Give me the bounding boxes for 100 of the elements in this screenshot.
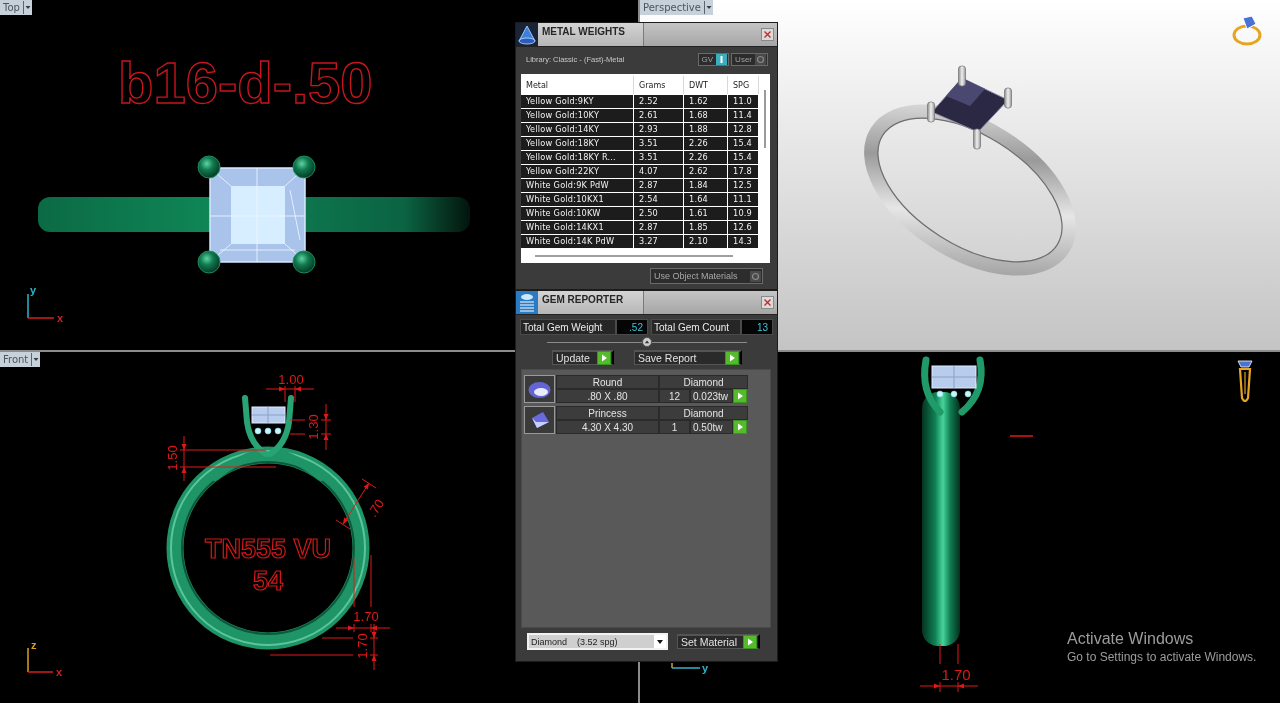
dimension-line [919,643,979,693]
table-cell: 3.51 [634,151,683,164]
play-icon[interactable] [733,420,747,434]
prong [292,250,316,274]
table-cell: 3.51 [634,137,683,150]
table-cell: White Gold:10KX1 [521,193,633,206]
axis-label: y [30,284,37,296]
column-header[interactable]: Grams [634,76,683,94]
table-cell: 14.3 [728,235,758,248]
dimension-label: .70 [364,496,388,520]
table-cell: 10.9 [728,207,758,220]
prong [292,155,316,179]
square-gem-icon [524,406,555,434]
table-cell: 1.84 [684,179,727,192]
axis-indicator [27,647,54,673]
table-cell: Yellow Gold:14KY [521,123,633,136]
table-cell: 4.07 [634,165,683,178]
column-header[interactable]: SPG [728,76,758,94]
viewport-tab[interactable]: Front [0,352,41,367]
table-cell: Diamond [659,375,748,389]
gemstone [251,406,286,424]
dimension-label: 1.70 [941,665,971,683]
dimension-label: 1.70 [354,633,370,659]
setting-head [921,356,985,416]
table-cell: 2.93 [634,123,683,136]
caret-icon [654,635,666,648]
cone-icon [516,23,538,46]
axis-label: x [56,666,63,678]
table-cell: Yellow Gold:18KY [521,137,633,150]
prong [1004,87,1012,109]
table-cell: White Gold:14KX1 [521,221,633,234]
table-cell: 1.61 [684,207,727,220]
pendant-icon [1237,360,1253,403]
close-icon[interactable] [761,296,774,309]
caret-icon [22,0,32,15]
close-icon[interactable] [761,28,774,41]
dimension-label: 1.00 [278,371,304,387]
table-cell: 4.30 X 4.30 [556,420,659,434]
table-cell: 0.50tw [690,420,733,434]
viewport-tab[interactable]: Perspective [640,0,713,15]
table-cell: 2.62 [684,165,727,178]
table-cell: 2.26 [684,151,727,164]
axis-label: z [31,639,37,651]
prong [197,250,221,274]
prong [927,101,935,123]
caret-icon [703,0,713,15]
axis-label: y [702,662,709,674]
table-cell: 11.0 [728,95,758,108]
table-cell: 12.6 [728,221,758,234]
set-material-button[interactable]: Set Material [677,634,760,649]
play-icon[interactable] [733,389,747,403]
table-cell: Yellow Gold:18KY R... [521,151,633,164]
save-report-button[interactable]: Save Report [634,350,742,365]
stat-value: .52 [616,319,648,335]
table-cell: 2.87 [634,179,683,192]
table-cell: Princess [556,406,659,420]
column-header[interactable]: DWT [684,76,727,94]
activation-notice-text: Go to Settings to activate Windows. [1067,650,1257,664]
table-cell: 12 [659,389,690,403]
prong [958,65,966,87]
table-cell: 2.61 [634,109,683,122]
toggle-switch[interactable]: User [731,52,768,66]
toggle-switch[interactable]: Use Object Materials [650,268,763,284]
prong [973,128,981,150]
material-dropdown[interactable]: Diamond (3.52 spg) [527,633,668,650]
column-header[interactable]: Metal [521,76,633,94]
toggle-switch[interactable]: GV [697,52,730,66]
collapse-icon[interactable] [641,337,652,347]
table-cell: 17.8 [728,165,758,178]
prong [197,155,221,179]
table-cell: 1.85 [684,221,727,234]
viewport-tab[interactable]: Top [0,0,32,15]
table-cell: 12.8 [728,123,758,136]
play-icon [597,351,611,365]
play-icon [725,351,739,365]
table-cell: Round [556,375,659,389]
caret-icon [31,352,41,367]
update-button[interactable]: Update [552,350,614,365]
table-cell: White Gold:14K PdW [521,235,633,248]
round-gem-icon [524,375,555,403]
dimension-label: 1.50 [164,445,180,471]
gemstone [931,365,977,389]
table-cell: Yellow Gold:9KY [521,95,633,108]
table-cell: 1.68 [684,109,727,122]
activation-notice-title: Activate Windows [1067,629,1195,648]
table-cell: 1.62 [684,95,727,108]
list-icon [516,291,538,314]
axis-indicator [671,662,701,669]
table-cell: Diamond [659,406,748,420]
table-cell: 1.88 [684,123,727,136]
table-cell: 11.1 [728,193,758,206]
table-cell: Yellow Gold:22KY [521,165,633,178]
table-cell: 2.10 [684,235,727,248]
table-cell: 2.87 [634,221,683,234]
vertical-scrollbar[interactable] [764,90,766,148]
stat-label: Total Gem Count [651,319,741,335]
ring-icon [1232,15,1262,46]
table-cell: .80 X .80 [556,389,659,403]
engraving-text: TN555 VU [204,534,332,564]
horizontal-scrollbar[interactable] [535,254,733,257]
